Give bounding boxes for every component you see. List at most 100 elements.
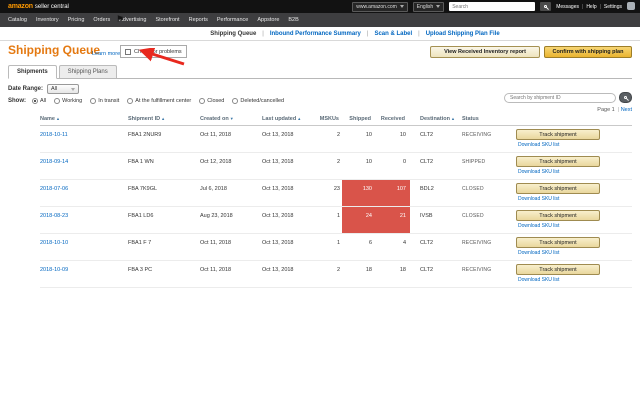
radio-icon[interactable] (232, 98, 239, 104)
show-filter-option[interactable]: In transit (90, 98, 119, 104)
track-shipment-button[interactable]: Track shipment (516, 210, 600, 221)
download-sku-list-link[interactable]: Download SKU list (518, 277, 632, 283)
nav-item[interactable]: Performance (217, 17, 249, 23)
cell-destination: CLT2 (420, 159, 434, 165)
track-shipment-button[interactable]: Track shipment (516, 183, 600, 194)
cell-last-updated: Oct 13, 2018 (262, 213, 294, 219)
radio-icon[interactable] (90, 98, 97, 104)
cell-created-on: Oct 11, 2018 (200, 267, 232, 273)
cell-shipment-id: FBA1 LD6 (128, 213, 154, 219)
subnav-item[interactable]: Inbound Performance Summary (270, 31, 375, 37)
shipment-search-input[interactable] (504, 92, 616, 103)
column-header[interactable]: Created on▼ (200, 113, 262, 125)
column-header[interactable]: Last updated▲ (262, 113, 318, 125)
marketplace-label: www.amazon.com (356, 3, 397, 10)
download-sku-list-link[interactable]: Download SKU list (518, 250, 632, 256)
table-row: 2018-07-06 FBA 7K9GL Jul 6, 2018 Oct 13,… (40, 180, 632, 207)
cell-actions: Track shipment Download SKU list (516, 234, 632, 260)
global-search-button[interactable] (540, 2, 552, 11)
tab[interactable]: Shipments (8, 65, 57, 79)
main-nav: Catalog Inventory Pricing Orders Advertising… (0, 13, 640, 27)
global-search-input[interactable] (449, 2, 536, 11)
radio-icon[interactable] (54, 98, 61, 104)
language-switcher[interactable]: English (412, 1, 445, 12)
cell-created-on: Oct 11, 2018 (200, 240, 232, 246)
shipment-search-go-button[interactable] (619, 92, 632, 103)
download-sku-list-link[interactable]: Download SKU list (518, 142, 632, 148)
cell-status: RECEIVING (462, 240, 492, 246)
shipment-name-link[interactable]: 2018-09-14 (40, 159, 68, 165)
track-shipment-button[interactable]: Track shipment (516, 156, 600, 167)
cell-shipment-id: FBA1 F 7 (128, 240, 152, 246)
track-shipment-button[interactable]: Track shipment (516, 129, 600, 140)
cell-last-updated: Oct 13, 2018 (262, 240, 294, 246)
sort-icon: ▲ (450, 116, 455, 121)
learn-more-link[interactable]: Learn more (92, 51, 120, 57)
track-shipment-button[interactable]: Track shipment (516, 264, 600, 275)
amazon-seller-central-logo[interactable]: amazon seller central (8, 3, 69, 10)
nav-item[interactable]: Reports (189, 17, 208, 23)
sort-icon: ▲ (297, 116, 302, 121)
cell-name: 2018-08-23 (40, 207, 128, 233)
column-header[interactable]: MSKUs (318, 113, 342, 125)
nav-item[interactable]: Appstore (257, 17, 279, 23)
cell-shipment-id: FBA 1 WN (128, 159, 154, 165)
show-filter-option[interactable]: Deleted/cancelled (232, 98, 284, 104)
topbar-link[interactable]: Settings (604, 4, 622, 10)
view-received-inventory-report-button[interactable]: View Received Inventory report (430, 46, 540, 58)
nav-item[interactable]: Inventory (36, 17, 59, 23)
show-filter-option[interactable]: At the fulfillment center (127, 98, 191, 104)
show-filter-option[interactable]: Working (54, 98, 82, 104)
cell-created-on: Oct 12, 2018 (200, 159, 232, 165)
nav-item[interactable]: Orders (93, 17, 110, 23)
column-header[interactable]: Received (376, 113, 410, 125)
subnav-item[interactable]: Scan & Label (374, 31, 425, 37)
shipment-search (504, 92, 632, 103)
shipment-name-link[interactable]: 2018-08-23 (40, 213, 68, 219)
cell-status: CLOSED (462, 186, 484, 192)
cell-shipped: 6 (368, 240, 372, 246)
column-header[interactable]: Name▲ (40, 113, 128, 125)
tab[interactable]: Shipping Plans (58, 65, 117, 78)
extension-icon[interactable] (627, 2, 635, 10)
date-range-select[interactable]: All (47, 84, 80, 94)
marketplace-switcher[interactable]: www.amazon.com (352, 1, 408, 12)
subnav-item[interactable]: Shipping Queue (210, 31, 270, 37)
download-sku-list-link[interactable]: Download SKU list (518, 169, 632, 175)
cell-shipped: 24 (342, 207, 376, 233)
cell-received: 21 (376, 207, 410, 233)
cell-actions: Track shipment Download SKU list (516, 153, 632, 179)
column-header[interactable]: Shipment ID▲ (128, 113, 200, 125)
check-for-problems-checkbox[interactable] (125, 48, 131, 55)
chevron-down-icon (436, 5, 441, 8)
column-header[interactable]: Status (462, 113, 516, 125)
column-header[interactable]: Shipped (342, 113, 376, 125)
cell-name: 2018-09-14 (40, 153, 128, 179)
column-header[interactable]: Destination▲ (410, 113, 462, 125)
confirm-with-shipping-plan-button[interactable]: Confirm with shipping plan (544, 46, 632, 58)
nav-item[interactable]: Catalog (8, 17, 27, 23)
check-for-problems-control[interactable]: Check for problems (120, 45, 187, 58)
nav-item[interactable]: B2B (288, 17, 298, 23)
track-shipment-button[interactable]: Track shipment (516, 237, 600, 248)
show-filter-option[interactable]: All (32, 98, 46, 104)
radio-icon[interactable] (199, 98, 206, 104)
table-row: 2018-10-10 FBA1 F 7 Oct 11, 2018 Oct 13,… (40, 234, 632, 261)
subnav-item[interactable]: Upload Shipping Plan File (426, 31, 500, 37)
topbar-link[interactable]: Messages (556, 4, 586, 10)
nav-item[interactable]: Pricing (68, 17, 85, 23)
download-sku-list-link[interactable]: Download SKU list (518, 223, 632, 229)
shipment-name-link[interactable]: 2018-10-11 (40, 132, 68, 138)
radio-icon[interactable] (32, 98, 38, 104)
cell-mskus: 2 (336, 267, 340, 273)
radio-icon[interactable] (127, 98, 134, 104)
cell-mskus: 23 (333, 186, 340, 192)
shipment-name-link[interactable]: 2018-07-06 (40, 186, 68, 192)
shipment-name-link[interactable]: 2018-10-10 (40, 240, 68, 246)
show-filter-option[interactable]: Closed (199, 98, 224, 104)
topbar-link[interactable]: Help (586, 4, 604, 10)
download-sku-list-link[interactable]: Download SKU list (518, 196, 632, 202)
shipment-name-link[interactable]: 2018-10-09 (40, 267, 68, 273)
nav-item[interactable]: Storefront (155, 17, 179, 23)
cell-destination: CLT2 (420, 267, 434, 273)
